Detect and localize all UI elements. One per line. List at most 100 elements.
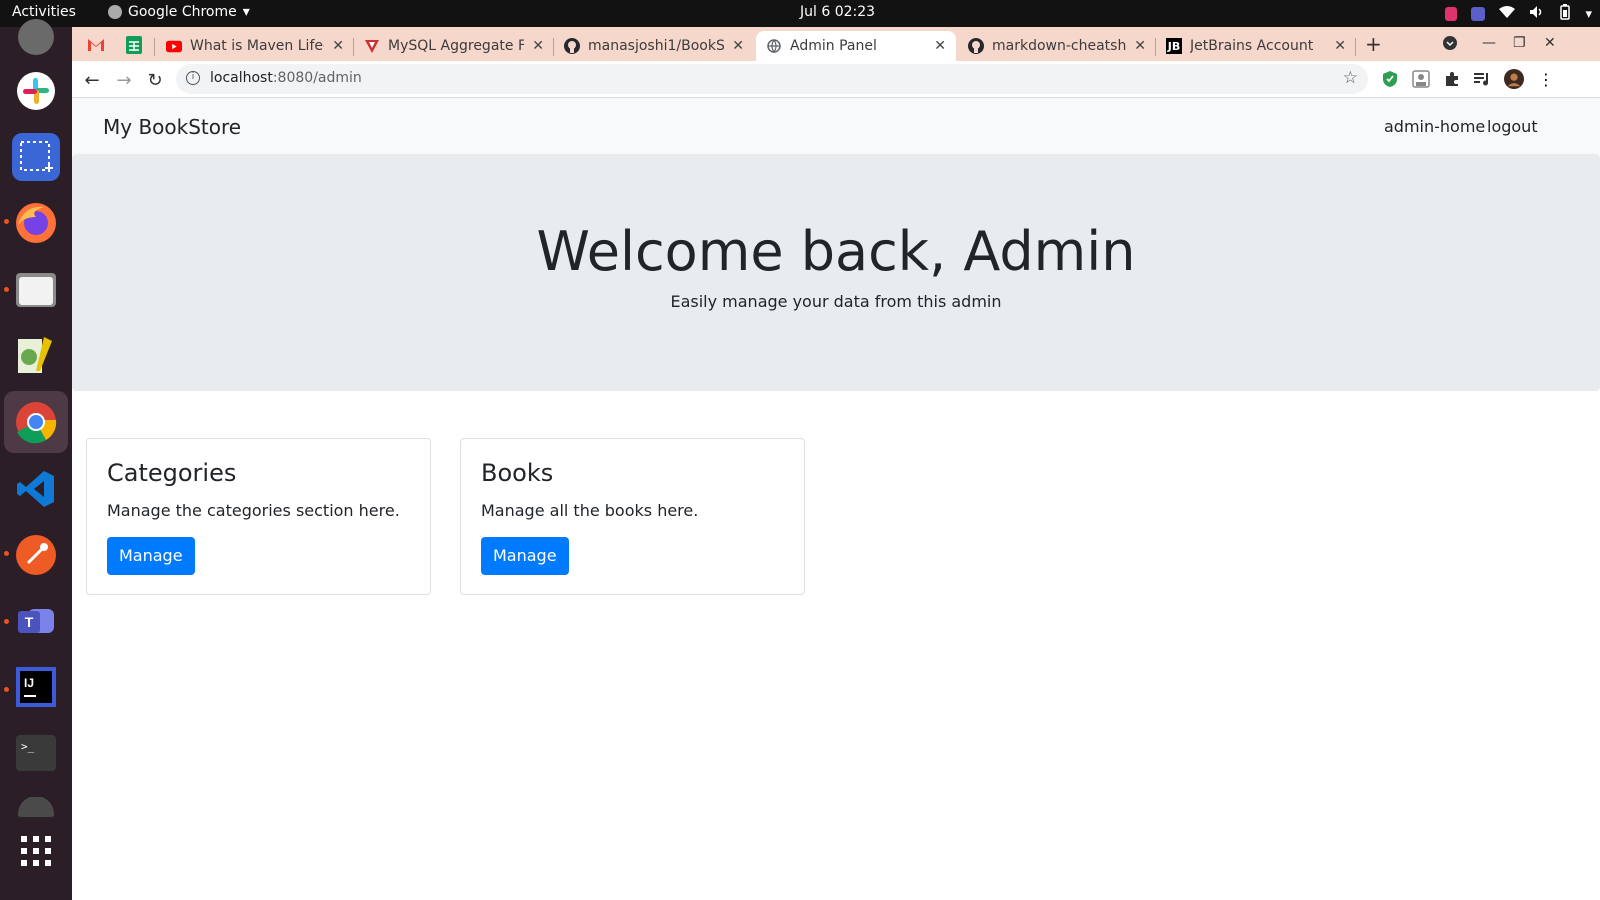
site-info-icon[interactable]: i bbox=[186, 71, 200, 85]
hero-subtitle: Easily manage your data from this admin bbox=[670, 292, 1002, 311]
url-text[interactable]: localhost:8080/admin bbox=[210, 70, 362, 86]
running-indicator bbox=[4, 687, 9, 692]
new-tab-plus-icon[interactable]: + bbox=[1365, 32, 1382, 56]
tab-separator bbox=[154, 38, 155, 56]
app-menu-label: Google Chrome bbox=[128, 4, 237, 20]
tab-title: markdown-cheatshe bbox=[992, 38, 1127, 54]
browser-toolbar: ← → ↻ i localhost:8080/admin ☆ ⋮ bbox=[72, 61, 1600, 98]
wifi-icon[interactable] bbox=[1499, 5, 1516, 23]
files-icon[interactable] bbox=[12, 265, 60, 313]
close-tab-icon[interactable]: ✕ bbox=[732, 38, 744, 54]
globe-icon bbox=[766, 38, 782, 54]
hero-jumbotron: Welcome back, Admin Easily manage your d… bbox=[72, 154, 1600, 391]
brand-link[interactable]: My BookStore bbox=[103, 115, 241, 139]
tab-search-icon[interactable] bbox=[1442, 35, 1458, 55]
tab-title: What is Maven Lifecy bbox=[190, 38, 325, 54]
dock-partial-app-icon[interactable] bbox=[12, 13, 60, 61]
url-host: localhost bbox=[210, 70, 273, 86]
app-menu[interactable]: Google Chrome ▾ bbox=[108, 4, 250, 20]
manage-books-button[interactable]: Manage bbox=[481, 537, 569, 575]
card-title: Books bbox=[481, 459, 554, 487]
close-window-icon[interactable]: ✕ bbox=[1544, 35, 1556, 51]
puzzle-extensions-icon[interactable] bbox=[1442, 69, 1462, 89]
text-editor-icon[interactable] bbox=[12, 331, 60, 379]
youtube-icon bbox=[166, 38, 182, 54]
battery-icon[interactable] bbox=[1559, 4, 1571, 24]
color-picker-icon[interactable] bbox=[1445, 7, 1458, 21]
vscode-icon[interactable] bbox=[12, 465, 60, 513]
nav-admin-home-link[interactable]: admin-home bbox=[1384, 117, 1485, 136]
svg-text:IJ: IJ bbox=[24, 676, 34, 690]
chrome-window: What is Maven Lifecy ✕ MySQL Aggregate F… bbox=[72, 27, 1600, 900]
categories-card: Categories Manage the categories section… bbox=[86, 438, 431, 595]
system-menu-chevron-icon[interactable]: ▾ bbox=[1585, 7, 1592, 22]
close-tab-icon[interactable]: ✕ bbox=[934, 38, 946, 54]
restore-icon[interactable]: ❐ bbox=[1513, 35, 1526, 51]
volume-icon[interactable] bbox=[1529, 5, 1545, 23]
chrome-icon[interactable] bbox=[4, 391, 68, 453]
nav-logout-link[interactable]: logout bbox=[1487, 117, 1538, 136]
tab-separator bbox=[1355, 38, 1356, 56]
close-tab-icon[interactable]: ✕ bbox=[1134, 38, 1146, 54]
card-title: Categories bbox=[107, 459, 237, 487]
screenshot-icon[interactable] bbox=[12, 133, 60, 181]
minimize-icon[interactable]: — bbox=[1482, 35, 1496, 51]
postman-icon[interactable] bbox=[12, 531, 60, 579]
chrome-small-icon bbox=[108, 5, 122, 19]
dock-partial-app-icon-bottom[interactable] bbox=[12, 797, 60, 817]
chrome-menu-icon[interactable]: ⋮ bbox=[1536, 69, 1556, 89]
tab-github-bookstore[interactable]: manasjoshi1/BookSt ✕ bbox=[554, 31, 754, 61]
github-icon bbox=[564, 38, 580, 54]
close-tab-icon[interactable]: ✕ bbox=[532, 38, 544, 54]
tab-markdown-cheatsheet[interactable]: markdown-cheatshe ✕ bbox=[958, 31, 1156, 61]
running-indicator bbox=[4, 619, 9, 624]
card-text: Manage the categories section here. bbox=[107, 501, 400, 520]
tab-strip: What is Maven Lifecy ✕ MySQL Aggregate F… bbox=[72, 27, 1600, 61]
profile-extension-icon[interactable] bbox=[1411, 69, 1431, 89]
url-path: :8080/admin bbox=[272, 70, 362, 86]
books-card: Books Manage all the books here. Manage bbox=[460, 438, 805, 595]
tab-title: MySQL Aggregate Fu bbox=[388, 38, 525, 54]
manage-categories-button[interactable]: Manage bbox=[107, 537, 195, 575]
card-text: Manage all the books here. bbox=[481, 501, 699, 520]
running-indicator bbox=[4, 551, 9, 556]
web-page: My BookStore admin-home logout Welcome b… bbox=[72, 98, 1600, 900]
forward-arrow-icon[interactable]: → bbox=[112, 68, 136, 92]
gmail-pinned-tab[interactable] bbox=[86, 35, 106, 55]
github-icon bbox=[968, 38, 984, 54]
close-tab-icon[interactable]: ✕ bbox=[1334, 38, 1346, 54]
tab-title: manasjoshi1/BookSt bbox=[588, 38, 725, 54]
slack-icon[interactable] bbox=[12, 67, 60, 115]
tab-title: Admin Panel bbox=[790, 38, 877, 54]
media-queue-icon[interactable] bbox=[1472, 69, 1492, 89]
system-tray[interactable]: ▾ bbox=[1445, 4, 1592, 24]
tab-title: JetBrains Account bbox=[1190, 38, 1314, 54]
terminal-icon[interactable]: >_ bbox=[12, 729, 60, 777]
sheets-pinned-tab[interactable] bbox=[124, 35, 144, 55]
tab-mysql-aggregate[interactable]: MySQL Aggregate Fu ✕ bbox=[354, 31, 554, 61]
back-arrow-icon[interactable]: ← bbox=[80, 68, 104, 92]
system-top-bar: Activities Google Chrome ▾ Jul 6 02:23 ▾ bbox=[0, 0, 1600, 27]
firefox-icon[interactable] bbox=[12, 199, 60, 247]
svg-text:T: T bbox=[25, 614, 34, 630]
teams-icon[interactable]: T bbox=[12, 597, 60, 645]
reload-icon[interactable]: ↻ bbox=[143, 68, 167, 92]
running-indicator bbox=[4, 219, 9, 224]
shield-extension-icon[interactable] bbox=[1380, 69, 1400, 89]
clock[interactable]: Jul 6 02:23 bbox=[800, 4, 875, 20]
jetbrains-icon: JB bbox=[1166, 38, 1182, 54]
site-navbar: My BookStore admin-home logout bbox=[72, 98, 1600, 154]
show-apps-icon[interactable] bbox=[12, 827, 60, 875]
intellij-icon[interactable]: IJ bbox=[12, 663, 60, 711]
tab-maven-lifecycle[interactable]: What is Maven Lifecy ✕ bbox=[156, 31, 354, 61]
svg-text:>_: >_ bbox=[21, 740, 35, 753]
bookmark-star-icon[interactable]: ☆ bbox=[1343, 68, 1358, 88]
chevron-down-icon: ▾ bbox=[242, 4, 250, 20]
close-tab-icon[interactable]: ✕ bbox=[332, 38, 344, 54]
tab-jetbrains-account[interactable]: JB JetBrains Account ✕ bbox=[1156, 31, 1356, 61]
tab-admin-panel[interactable]: Admin Panel ✕ bbox=[756, 31, 956, 61]
tutorial-site-icon bbox=[364, 38, 380, 54]
avatar[interactable] bbox=[1504, 69, 1524, 89]
teams-tray-icon[interactable] bbox=[1471, 7, 1486, 21]
address-bar[interactable]: i localhost:8080/admin ☆ bbox=[176, 64, 1368, 94]
